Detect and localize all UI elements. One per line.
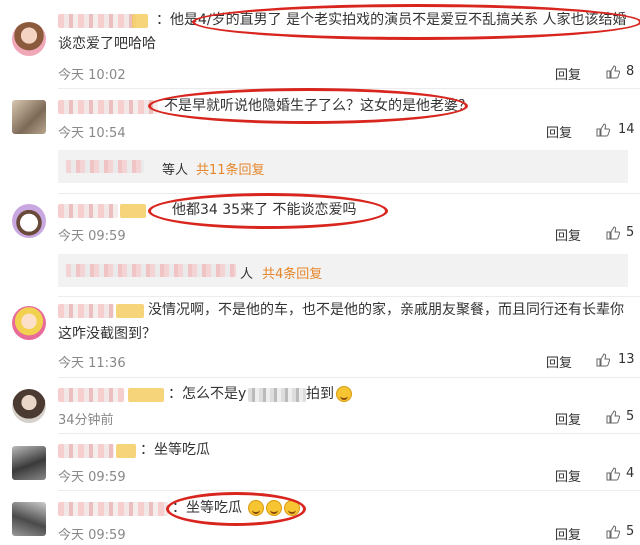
- annotation-circle: [148, 88, 468, 124]
- avatar[interactable]: [12, 389, 46, 423]
- username-blurred[interactable]: [58, 304, 114, 318]
- username-blurred[interactable]: [58, 100, 158, 114]
- replies-preview[interactable]: 人 共4条回复: [58, 254, 628, 287]
- divider: [58, 433, 640, 434]
- replies-text: 人: [240, 267, 254, 282]
- timestamp: 今天 09:59: [58, 528, 126, 543]
- replier-names-blurred: [66, 160, 144, 173]
- avatar[interactable]: [12, 502, 46, 536]
- comment-text: ：坐等吃瓜: [140, 442, 210, 458]
- timestamp: 今天 09:59: [58, 229, 126, 244]
- like-count: 5: [626, 225, 635, 240]
- avatar[interactable]: [12, 306, 46, 340]
- comment-text-end: 拍到: [306, 386, 334, 402]
- like-count: 5: [626, 409, 635, 424]
- username-blurred[interactable]: [58, 204, 118, 218]
- user-badge: [116, 444, 136, 458]
- timestamp: 今天 11:36: [58, 356, 126, 371]
- like-count: 4: [626, 466, 635, 481]
- divider: [58, 193, 640, 194]
- avatar[interactable]: [12, 22, 46, 56]
- annotation-circle: [192, 4, 640, 40]
- username-blurred[interactable]: [58, 502, 168, 516]
- comment-text: ：怎么不是y: [168, 386, 247, 402]
- like-count: 13: [618, 352, 635, 367]
- reply-button[interactable]: 回复: [555, 225, 581, 244]
- username-blurred[interactable]: [58, 388, 124, 402]
- timestamp: 34分钟前: [58, 413, 114, 428]
- reply-button[interactable]: 回复: [546, 352, 572, 371]
- user-badge: [128, 388, 164, 402]
- timestamp: 今天 09:59: [58, 470, 126, 485]
- like-count: 14: [618, 122, 635, 137]
- replier-names-blurred: [66, 264, 236, 277]
- username-blurred[interactable]: [58, 444, 114, 458]
- annotation-circle: [148, 193, 388, 229]
- like-icon[interactable]: [606, 226, 620, 240]
- user-badge: [132, 14, 148, 28]
- reply-button[interactable]: 回复: [555, 466, 581, 485]
- like-count: 5: [626, 524, 635, 539]
- reply-button[interactable]: 回复: [555, 409, 581, 428]
- divider: [58, 490, 640, 491]
- like-icon[interactable]: [606, 467, 620, 481]
- avatar[interactable]: [12, 446, 46, 480]
- replies-preview[interactable]: 等人 共11条回复: [58, 150, 628, 183]
- divider: [58, 296, 640, 297]
- comment-text-cont: 谈恋爱了吧哈哈: [58, 36, 156, 52]
- reply-button[interactable]: 回复: [555, 524, 581, 543]
- like-icon[interactable]: [606, 525, 620, 539]
- like-icon[interactable]: [606, 410, 620, 424]
- timestamp: 今天 10:54: [58, 126, 126, 141]
- like-icon[interactable]: [596, 353, 610, 367]
- view-replies-link[interactable]: 共11条回复: [196, 159, 265, 178]
- user-badge: [120, 204, 146, 218]
- comment-text: 没情况啊，不是他的车，也不是他的家，亲戚朋友聚餐，而且同行还有长辈你: [148, 302, 624, 318]
- view-replies-link[interactable]: 共4条回复: [262, 263, 322, 282]
- annotation-circle: [166, 492, 306, 526]
- reply-button[interactable]: 回复: [546, 122, 572, 141]
- divider: [58, 377, 640, 378]
- smile-emoji-icon: [336, 386, 352, 402]
- username-blurred[interactable]: [58, 14, 136, 28]
- like-icon[interactable]: [606, 65, 620, 79]
- comment-text-cont: 这咋没截图到？: [58, 326, 156, 342]
- censored-name: [248, 388, 306, 402]
- user-badge: [116, 304, 144, 318]
- reply-button[interactable]: 回复: [555, 64, 581, 83]
- like-icon[interactable]: [596, 123, 610, 137]
- avatar[interactable]: [12, 100, 46, 134]
- replies-text: 等人: [162, 163, 189, 178]
- like-count: 8: [626, 64, 635, 79]
- avatar[interactable]: [12, 204, 46, 238]
- timestamp: 今天 10:02: [58, 68, 126, 83]
